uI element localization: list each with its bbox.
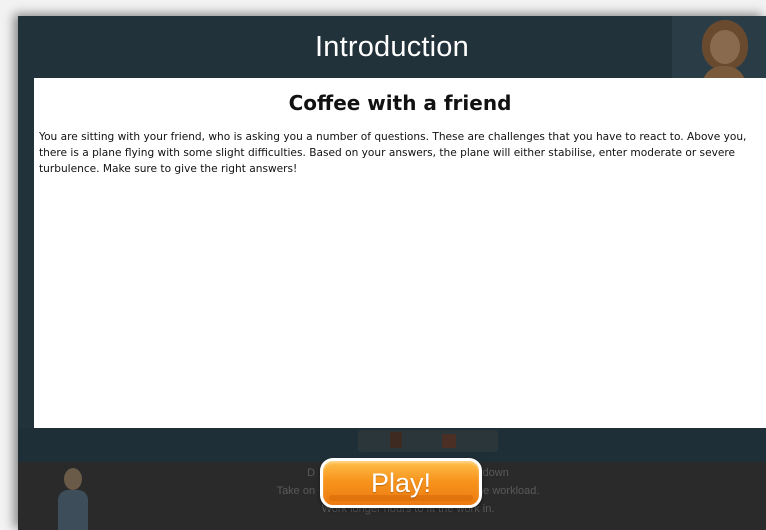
background-cup bbox=[390, 432, 402, 448]
dialog-title-bar: Introduction bbox=[18, 16, 766, 78]
dialog-title: Introduction bbox=[315, 30, 469, 63]
play-button[interactable]: Play! bbox=[320, 458, 482, 508]
intro-body-text: You are sitting with your friend, who is… bbox=[39, 131, 747, 175]
intro-content-panel: Coffee with a friend You are sitting wit… bbox=[34, 78, 766, 428]
intro-heading: Coffee with a friend bbox=[288, 91, 512, 115]
background-cup bbox=[442, 434, 456, 448]
player-avatar bbox=[58, 468, 88, 530]
avatar-head bbox=[64, 468, 82, 490]
play-button-label: Play! bbox=[370, 467, 432, 498]
background-table bbox=[358, 430, 498, 452]
game-window: Introduction Coffee with a friend You ar… bbox=[18, 16, 766, 530]
avatar-body bbox=[58, 490, 88, 530]
